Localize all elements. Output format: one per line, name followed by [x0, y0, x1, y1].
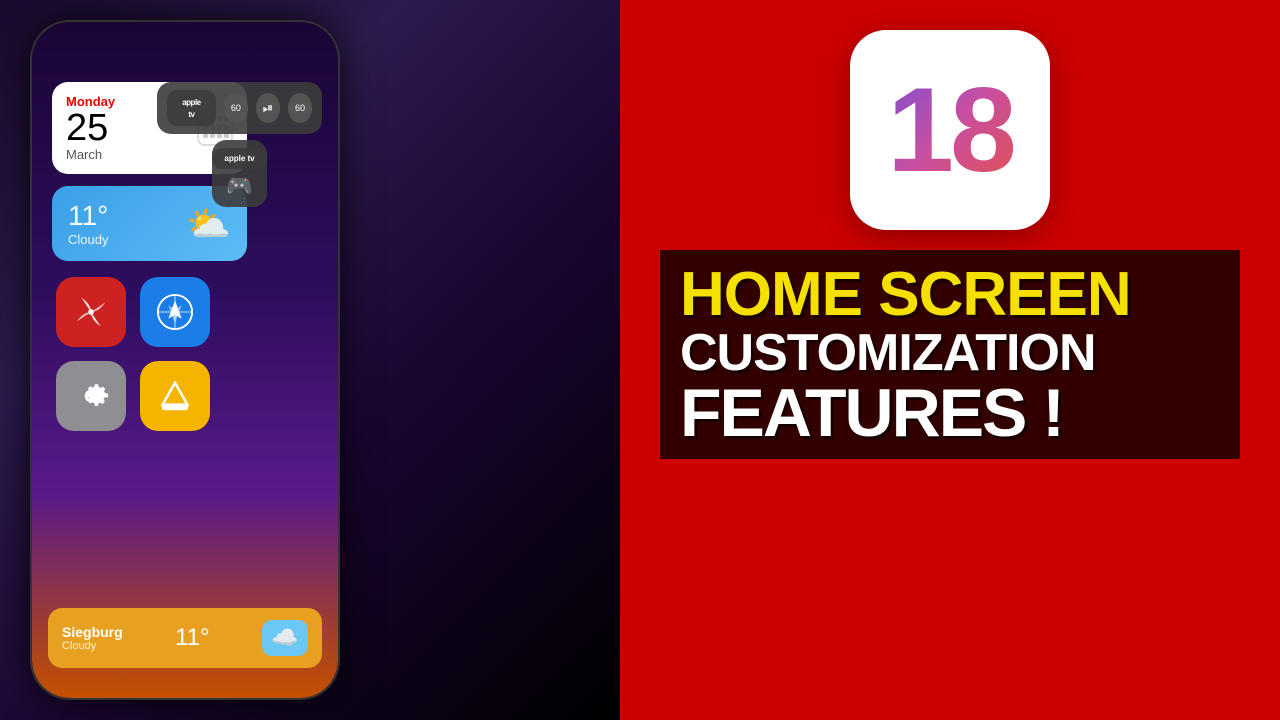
skip-back-button[interactable]: 60: [224, 93, 248, 123]
safari-app-icon[interactable]: [140, 277, 210, 347]
skip-forward-button[interactable]: 60: [288, 93, 312, 123]
pinwheel-app-icon[interactable]: [56, 277, 126, 347]
title-line-2: CUSTOMIZATION: [680, 327, 1220, 379]
calendar-month: March: [66, 147, 115, 162]
remote-icon: 🎮: [226, 173, 253, 199]
weather-location: Siegburg: [62, 624, 123, 640]
calendar-day-number: 25: [66, 109, 115, 147]
app-grid: [56, 277, 318, 431]
phone-screen: Monday 25 March 11° Cloudy ⛅: [32, 22, 338, 698]
media-controls-widget: apple tv 60 ⏯ 60: [157, 82, 322, 134]
title-line-3: FEATURES !: [680, 379, 1220, 447]
control-center-area: apple tv 60 ⏯ 60 apple tv 🎮: [157, 82, 322, 207]
remote-widget: apple tv 🎮: [212, 140, 267, 207]
play-pause-button[interactable]: ⏯: [256, 93, 280, 123]
appletv-logo: apple tv: [167, 90, 216, 126]
title-block: HOME SCREEN CUSTOMIZATION FEATURES !: [660, 250, 1240, 459]
bottom-weather-temp: 11°: [175, 624, 210, 652]
calendar-text: Monday 25 March: [66, 94, 115, 162]
remote-appletv-label: apple tv: [212, 148, 267, 169]
phone-mockup: Monday 25 March 11° Cloudy ⛅: [30, 20, 340, 700]
title-line-1: HOME SCREEN: [680, 262, 1220, 327]
skip-forward-label: 60: [295, 103, 305, 113]
cloud-icon: ⛅: [186, 203, 231, 245]
weather-info: 11° Cloudy: [68, 200, 108, 247]
google-drive-app-icon[interactable]: [140, 361, 210, 431]
weather-temperature: 11°: [68, 200, 108, 232]
ios18-icon: 18: [850, 30, 1050, 230]
skip-back-label: 60: [231, 103, 241, 113]
weather-condition: Cloudy: [68, 232, 108, 247]
ios-version-number: 18: [887, 70, 1012, 190]
right-panel: 18 HOME SCREEN CUSTOMIZATION FEATURES !: [620, 0, 1280, 720]
settings-app-icon[interactable]: [56, 361, 126, 431]
bottom-weather-bar: Siegburg Cloudy 11° ☁️: [48, 608, 322, 668]
bottom-weather-condition: Cloudy: [62, 640, 123, 652]
bottom-weather-info: Siegburg Cloudy: [62, 624, 123, 652]
bottom-cloud-icon: ☁️: [262, 620, 308, 656]
